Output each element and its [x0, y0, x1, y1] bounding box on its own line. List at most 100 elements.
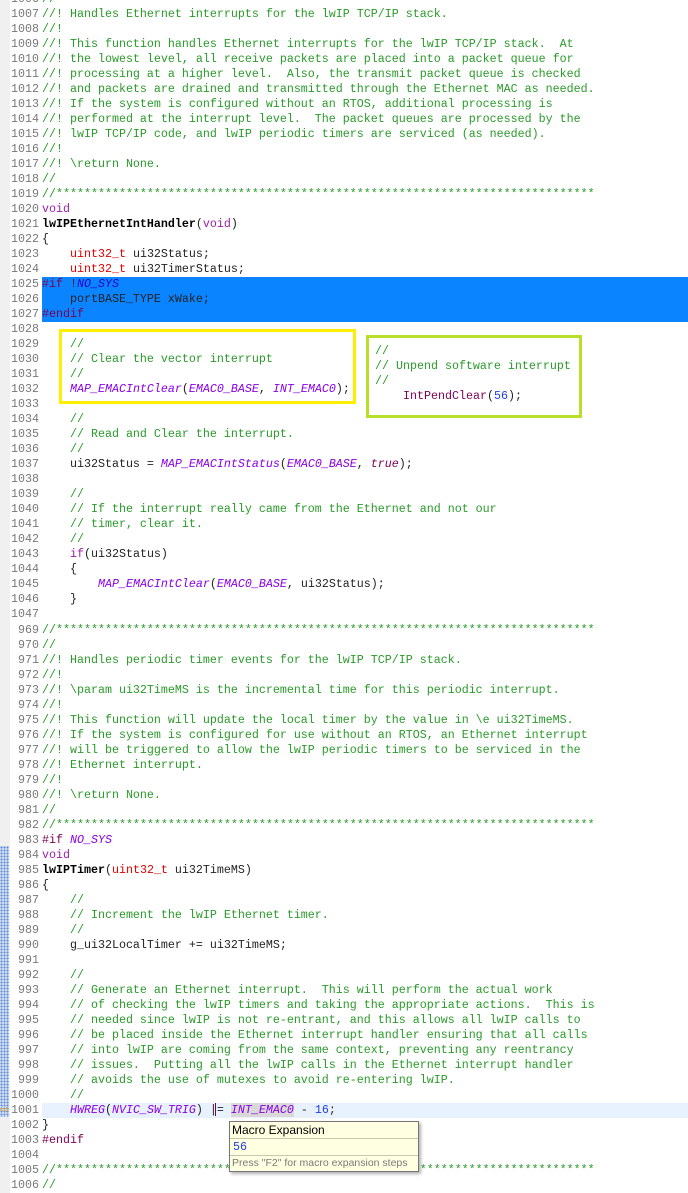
macro-expansion-tooltip[interactable]: Macro Expansion 56 Press "F2" for macro …	[229, 1121, 419, 1172]
line-code[interactable]: //	[42, 893, 688, 908]
code-line[interactable]: 1018//	[0, 172, 688, 187]
line-code[interactable]: //! \param ui32TimeMS is the incremental…	[42, 683, 688, 698]
code-line[interactable]: 1011//! processing at a higher level. Al…	[0, 67, 688, 82]
line-code[interactable]: g_ui32LocalTimer += ui32TimeMS;	[42, 938, 688, 953]
line-code[interactable]	[42, 953, 688, 968]
code-line[interactable]: 997 // into lwIP are coming from the sam…	[0, 1043, 688, 1058]
code-line[interactable]: 1026 portBASE_TYPE xWake;	[0, 292, 688, 307]
line-code[interactable]: //	[42, 487, 688, 502]
code-line[interactable]: 994 // of checking the lwIP timers and t…	[0, 998, 688, 1013]
code-line[interactable]: 1042 //	[0, 532, 688, 547]
code-line[interactable]: 1038	[0, 472, 688, 487]
code-line[interactable]: 1007//! Handles Ethernet interrupts for …	[0, 7, 688, 22]
code-line[interactable]: 977//! will be triggered to allow the lw…	[0, 743, 688, 758]
line-code[interactable]: uint32_t ui32TimerStatus;	[42, 262, 688, 277]
line-code[interactable]: //! \return None.	[42, 157, 688, 172]
code-line[interactable]: 1000 //	[0, 1088, 688, 1103]
line-code[interactable]: lwIPTimer(uint32_t ui32TimeMS)	[42, 863, 688, 878]
code-line[interactable]: 1040 // If the interrupt really came fro…	[0, 502, 688, 517]
line-code[interactable]: //	[42, 968, 688, 983]
code-line[interactable]: 993 // Generate an Ethernet interrupt. T…	[0, 983, 688, 998]
code-line[interactable]: 1037 ui32Status = MAP_EMACIntStatus(EMAC…	[0, 457, 688, 472]
line-code[interactable]: //**************************************…	[42, 623, 688, 638]
line-code[interactable]: //! the lowest level, all receive packet…	[42, 52, 688, 67]
line-code[interactable]: lwIPEthernetIntHandler(void)	[42, 217, 688, 232]
code-line[interactable]: 1012//! and packets are drained and tran…	[0, 82, 688, 97]
code-line[interactable]: 983 #if NO_SYS	[0, 833, 688, 848]
line-code[interactable]: //! processing at a higher level. Also, …	[42, 67, 688, 82]
code-line[interactable]: 1027 #endif	[0, 307, 688, 322]
line-code[interactable]: // issues. Putting all the lwIP calls in…	[42, 1058, 688, 1073]
code-line[interactable]: 980//! \return None.	[0, 788, 688, 803]
line-code[interactable]: //! will be triggered to allow the lwIP …	[42, 743, 688, 758]
code-line[interactable]: 988 // Increment the lwIP Ethernet timer…	[0, 908, 688, 923]
code-line[interactable]: 996 // be placed inside the Ethernet int…	[0, 1028, 688, 1043]
current-line-arrow-icon[interactable]: ⇨	[0, 1102, 10, 1117]
code-line[interactable]: 1014//! performed at the interrupt level…	[0, 112, 688, 127]
code-line[interactable]: 1043 if(ui32Status)	[0, 547, 688, 562]
line-code[interactable]: #endif	[42, 307, 688, 322]
line-code[interactable]: void	[42, 202, 688, 217]
code-line[interactable]: 999 // avoids the use of mutexes to avoi…	[0, 1073, 688, 1088]
line-code[interactable]	[42, 607, 688, 622]
code-line[interactable]: 1025 #if !NO_SYS	[0, 277, 688, 292]
code-line[interactable]: 1006//	[0, 0, 688, 7]
line-code[interactable]: //!	[42, 668, 688, 683]
line-code[interactable]: //! Ethernet interrupt.	[42, 758, 688, 773]
code-line[interactable]: 986{	[0, 878, 688, 893]
line-code[interactable]: // If the interrupt really came from the…	[42, 502, 688, 517]
line-code[interactable]: {	[42, 232, 688, 247]
code-line[interactable]: 979//!	[0, 773, 688, 788]
code-line[interactable]: 1024 uint32_t ui32TimerStatus;	[0, 262, 688, 277]
line-code[interactable]: //!	[42, 142, 688, 157]
code-line[interactable]: 975//! This function will update the loc…	[0, 713, 688, 728]
line-code[interactable]: // needed since lwIP is not re-entrant, …	[42, 1013, 688, 1028]
code-line[interactable]: 973//! \param ui32TimeMS is the incremen…	[0, 683, 688, 698]
line-code[interactable]: void	[42, 848, 688, 863]
code-line[interactable]: 1015//! lwIP TCP/IP code, and lwIP perio…	[0, 127, 688, 142]
code-line[interactable]: 978//! Ethernet interrupt.	[0, 758, 688, 773]
code-line[interactable]: 987 //	[0, 893, 688, 908]
line-code[interactable]: //	[42, 1178, 688, 1193]
line-code[interactable]: //	[42, 532, 688, 547]
code-line[interactable]: 1016//!	[0, 142, 688, 157]
line-code[interactable]: //! \return None.	[42, 788, 688, 803]
code-line[interactable]: 991	[0, 953, 688, 968]
line-code[interactable]: //	[42, 442, 688, 457]
code-line[interactable]: 995 // needed since lwIP is not re-entra…	[0, 1013, 688, 1028]
line-code[interactable]: //**************************************…	[42, 818, 688, 833]
code-line[interactable]: 1047	[0, 607, 688, 622]
line-code[interactable]: //	[42, 803, 688, 818]
line-code[interactable]: //! This function handles Ethernet inter…	[42, 37, 688, 52]
line-code[interactable]: // Increment the lwIP Ethernet timer.	[42, 908, 688, 923]
code-line[interactable]: 1045 MAP_EMACIntClear(EMAC0_BASE, ui32St…	[0, 577, 688, 592]
line-code[interactable]: // timer, clear it.	[42, 517, 688, 532]
line-code[interactable]: //	[42, 412, 688, 427]
line-code[interactable]: // of checking the lwIP timers and takin…	[42, 998, 688, 1013]
line-code[interactable]: //**************************************…	[42, 187, 688, 202]
line-code[interactable]: //! lwIP TCP/IP code, and lwIP periodic …	[42, 127, 688, 142]
code-line[interactable]: 1001 HWREG(NVIC_SW_TRIG) |= INT_EMAC0 - …	[0, 1103, 688, 1118]
line-code[interactable]: //! performed at the interrupt level. Th…	[42, 112, 688, 127]
code-line[interactable]: 976//! If the system is configured for u…	[0, 728, 688, 743]
code-line[interactable]: 1009//! This function handles Ethernet i…	[0, 37, 688, 52]
code-line[interactable]: 1023 uint32_t ui32Status;	[0, 247, 688, 262]
line-code[interactable]: MAP_EMACIntClear(EMAC0_BASE, ui32Status)…	[42, 577, 688, 592]
line-code[interactable]	[42, 472, 688, 487]
code-line[interactable]: 1013//! If the system is configured with…	[0, 97, 688, 112]
code-line[interactable]: 1008//!	[0, 22, 688, 37]
line-code[interactable]: ui32Status = MAP_EMACIntStatus(EMAC0_BAS…	[42, 457, 688, 472]
line-code[interactable]: #if NO_SYS	[42, 833, 688, 848]
code-line[interactable]: 1020 void	[0, 202, 688, 217]
line-code[interactable]: // into lwIP are coming from the same co…	[42, 1043, 688, 1058]
code-line[interactable]: 1019//**********************************…	[0, 187, 688, 202]
line-code[interactable]: #if !NO_SYS	[42, 277, 688, 292]
line-code[interactable]: //	[42, 923, 688, 938]
line-code[interactable]: //! Handles periodic timer events for th…	[42, 653, 688, 668]
line-code[interactable]: portBASE_TYPE xWake;	[42, 292, 688, 307]
code-line[interactable]: 1036 //	[0, 442, 688, 457]
line-code[interactable]: //!	[42, 698, 688, 713]
code-line[interactable]: 1034 //	[0, 412, 688, 427]
code-line[interactable]: 970//	[0, 638, 688, 653]
code-line[interactable]: 982//***********************************…	[0, 818, 688, 833]
